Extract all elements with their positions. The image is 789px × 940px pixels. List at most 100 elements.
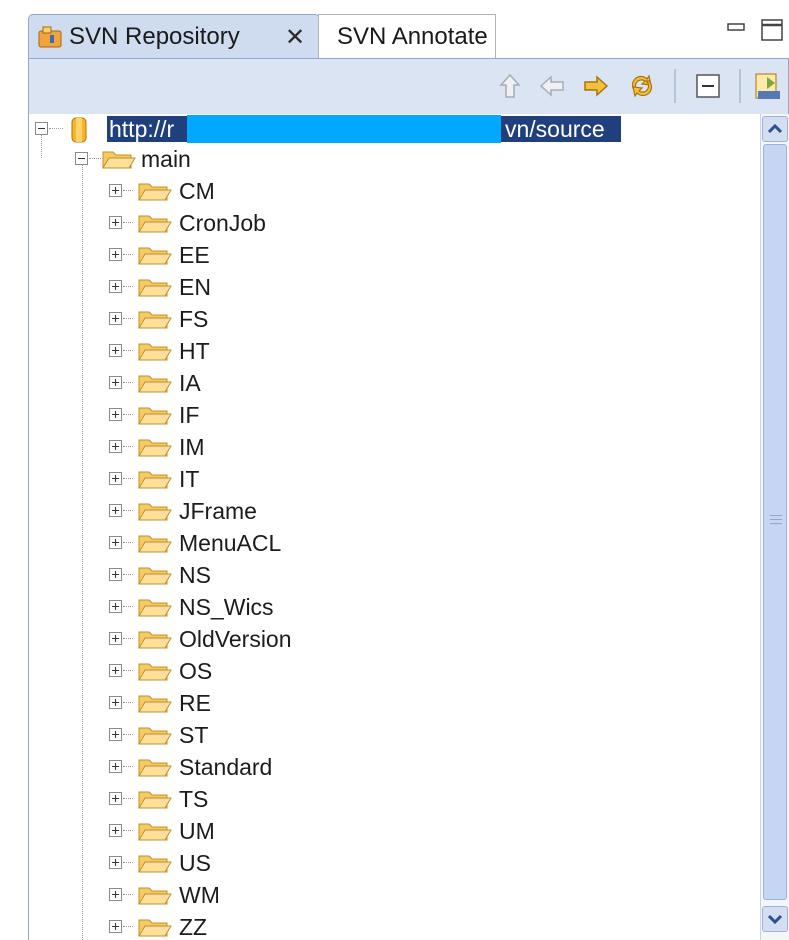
folder-label: WM [179, 882, 220, 908]
expand-icon[interactable] [109, 216, 122, 229]
svn-repository-icon [38, 26, 62, 48]
expand-icon[interactable] [109, 664, 122, 677]
folder-icon [138, 439, 172, 457]
scroll-down-button[interactable] [762, 906, 788, 932]
back-icon[interactable] [537, 71, 567, 101]
repository-icon [71, 117, 87, 143]
tree-row-folder[interactable]: IT [29, 464, 749, 494]
scroll-thumb[interactable] [763, 144, 787, 900]
tree-row-folder[interactable]: UM [29, 816, 749, 846]
tree-row-folder[interactable]: IA [29, 368, 749, 398]
tree-row-folder[interactable]: OS [29, 656, 749, 686]
expand-icon[interactable] [109, 536, 122, 549]
maximize-icon[interactable] [761, 19, 783, 41]
expand-icon[interactable] [109, 856, 122, 869]
expand-icon[interactable] [109, 184, 122, 197]
folder-label: main [141, 146, 191, 172]
expand-icon[interactable] [109, 248, 122, 261]
expand-icon[interactable] [109, 888, 122, 901]
repository-url-end: vn/source [505, 116, 605, 142]
folder-icon [138, 215, 172, 233]
folder-icon [138, 791, 172, 809]
tree-row-folder[interactable]: EE [29, 240, 749, 270]
tree-row-folder[interactable]: NS_Wics [29, 592, 749, 622]
folder-label: NS_Wics [179, 594, 274, 620]
tree-row-folder[interactable]: ST [29, 720, 749, 750]
tree-row-folder[interactable]: JFrame [29, 496, 749, 526]
expand-icon[interactable] [109, 472, 122, 485]
expand-icon[interactable] [109, 376, 122, 389]
vertical-scrollbar[interactable] [760, 114, 789, 940]
tree-row-folder[interactable]: RE [29, 688, 749, 718]
folder-label: RE [179, 690, 211, 716]
scroll-up-button[interactable] [762, 116, 788, 142]
expand-icon[interactable] [109, 696, 122, 709]
tree-row-folder[interactable]: US [29, 848, 749, 878]
tab-close-icon[interactable]: ✕ [285, 23, 305, 52]
folder-icon [138, 919, 172, 937]
tree-row-folder[interactable]: EN [29, 272, 749, 302]
tree-row-folder[interactable]: TS [29, 784, 749, 814]
tree-row-folder[interactable]: HT [29, 336, 749, 366]
tree-row-folder[interactable]: CM [29, 176, 749, 206]
tree-row-folder[interactable]: ZZ [29, 912, 749, 940]
tree-row-folder[interactable]: Standard [29, 752, 749, 782]
expand-icon[interactable] [109, 568, 122, 581]
folder-label: IF [179, 402, 200, 428]
folder-label: IT [179, 466, 200, 492]
folder-label: ST [179, 722, 209, 748]
expand-icon[interactable] [109, 792, 122, 805]
tree-row-folder[interactable]: IF [29, 400, 749, 430]
expand-icon[interactable] [109, 920, 122, 933]
tree-row-root[interactable]: http://r vn/source [29, 114, 769, 144]
repository-url-start: http://r [109, 116, 175, 142]
go-up-icon[interactable] [495, 71, 525, 101]
tree-row-folder[interactable]: WM [29, 880, 749, 910]
chevron-up-icon [767, 123, 783, 134]
tree-row-folder[interactable]: FS [29, 304, 749, 334]
folder-label: ZZ [179, 914, 208, 940]
folder-label: OS [179, 658, 213, 684]
expand-icon[interactable] [109, 600, 122, 613]
refresh-icon[interactable] [627, 71, 657, 101]
forward-icon[interactable] [581, 71, 611, 101]
folder-icon [138, 311, 172, 329]
folder-label: US [179, 850, 211, 876]
folder-icon [138, 535, 172, 553]
folder-icon [138, 279, 172, 297]
folder-label: UM [179, 818, 215, 844]
tree-row-main[interactable]: main [29, 134, 769, 174]
folder-label: CronJob [179, 210, 266, 236]
expand-icon[interactable] [109, 504, 122, 517]
tree-row-folder[interactable]: OldVersion [29, 624, 749, 654]
expand-icon[interactable] [109, 760, 122, 773]
folder-label: JFrame [179, 498, 257, 524]
expand-icon[interactable] [109, 824, 122, 837]
folder-label: Standard [179, 754, 273, 780]
minimize-icon[interactable] [727, 23, 745, 31]
expand-icon[interactable] [109, 280, 122, 293]
tree-row-folder[interactable]: IM [29, 432, 749, 462]
expand-icon[interactable] [109, 408, 122, 421]
folder-icon [138, 183, 172, 201]
expand-icon[interactable] [109, 344, 122, 357]
toolbar-separator [739, 69, 741, 103]
expand-icon[interactable] [109, 312, 122, 325]
window-controls [727, 19, 783, 41]
tree-row-folder[interactable]: NS [29, 560, 749, 590]
folder-open-icon [102, 151, 136, 169]
folder-label: FS [179, 306, 209, 332]
tab-svn-annotate[interactable]: SVN Annotate [318, 14, 496, 58]
tab-svn-repository[interactable]: SVN Repository ✕ [28, 14, 360, 59]
expand-icon[interactable] [109, 440, 122, 453]
collapse-all-icon[interactable] [693, 71, 723, 101]
folder-icon [138, 375, 172, 393]
tree-row-folder[interactable]: CronJob [29, 208, 749, 238]
folder-icon [138, 855, 172, 873]
svn-repository-location-icon[interactable] [753, 71, 783, 101]
tree-row-folder[interactable]: MenuACL [29, 528, 749, 558]
expand-icon[interactable] [109, 728, 122, 741]
tab-label: SVN Annotate [337, 23, 488, 50]
folder-icon [138, 567, 172, 585]
expand-icon[interactable] [109, 632, 122, 645]
